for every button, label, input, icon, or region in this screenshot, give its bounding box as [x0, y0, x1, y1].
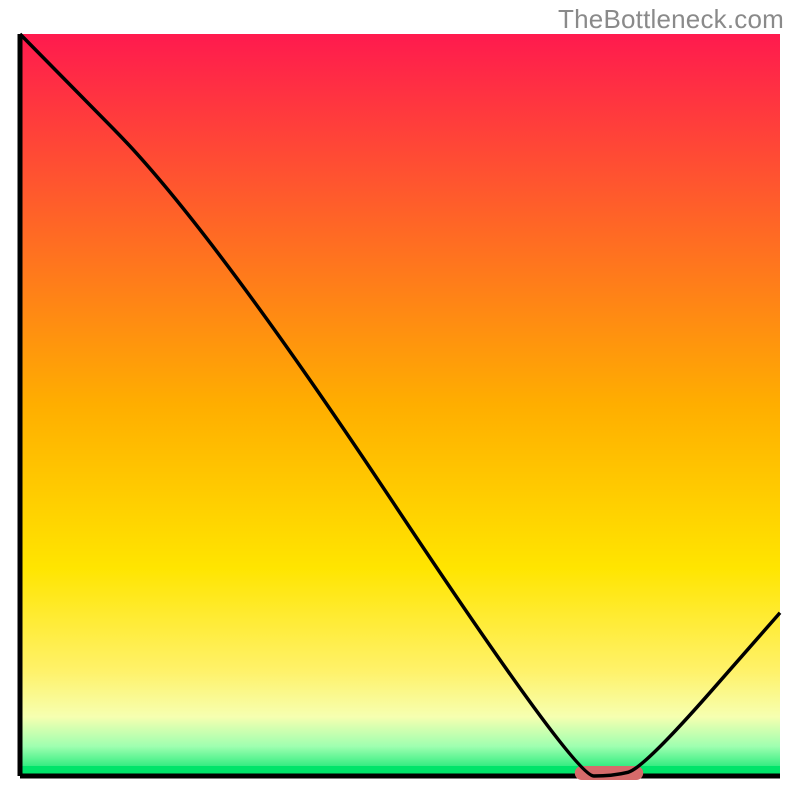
chart-frame: TheBottleneck.com	[0, 0, 800, 800]
plot-background	[20, 34, 780, 776]
bottleneck-chart	[0, 0, 800, 800]
